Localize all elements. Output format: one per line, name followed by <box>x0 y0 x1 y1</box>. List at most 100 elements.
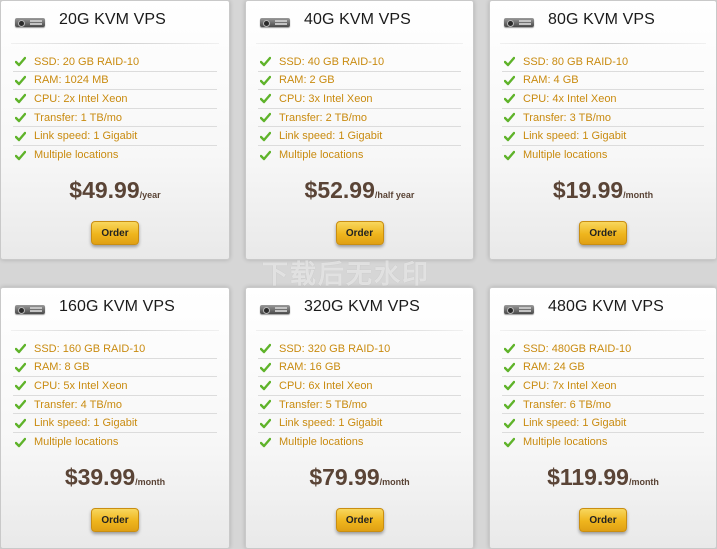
feature-item: SSD: 20 GB RAID-10 <box>13 53 217 72</box>
check-icon <box>15 150 26 161</box>
plan-title: 480G KVM VPS <box>548 298 664 315</box>
feature-text: SSD: 320 GB RAID-10 <box>279 342 391 355</box>
order-button[interactable]: Order <box>91 221 139 245</box>
server-icon <box>260 305 290 314</box>
check-icon <box>504 112 515 123</box>
feature-item: Transfer: 2 TB/mo <box>258 109 461 128</box>
divider <box>11 43 219 44</box>
price-amount: $39.99 <box>64 464 136 490</box>
price: $39.99/month <box>1 464 229 491</box>
feature-text: SSD: 160 GB RAID-10 <box>34 342 146 355</box>
order-button[interactable]: Order <box>579 221 627 245</box>
feature-text: RAM: 16 GB <box>279 361 341 374</box>
check-icon <box>260 399 271 410</box>
check-icon <box>260 112 271 123</box>
check-icon <box>504 399 515 410</box>
feature-item: Multiple locations <box>502 146 704 165</box>
price-amount: $19.99 <box>552 177 624 203</box>
plan-title: 160G KVM VPS <box>59 298 175 315</box>
feature-item: SSD: 480GB RAID-10 <box>502 340 704 359</box>
plan-card-header: 320G KVM VPS <box>246 288 473 332</box>
price-amount: $119.99 <box>547 464 629 490</box>
feature-item: Link speed: 1 Gigabit <box>13 414 217 433</box>
feature-list: SSD: 320 GB RAID-10 RAM: 16 GB CPU: 6x I… <box>258 340 461 452</box>
feature-text: Multiple locations <box>34 149 119 162</box>
check-icon <box>260 380 271 391</box>
price-period: /half year <box>374 190 415 200</box>
price: $19.99/month <box>490 177 716 204</box>
check-icon <box>504 362 515 373</box>
feature-item: RAM: 16 GB <box>258 359 461 378</box>
server-icon <box>504 18 534 27</box>
feature-item: Transfer: 5 TB/mo <box>258 396 461 415</box>
check-icon <box>15 56 26 67</box>
feature-text: Link speed: 1 Gigabit <box>34 130 138 143</box>
feature-text: RAM: 4 GB <box>523 74 579 87</box>
feature-item: SSD: 40 GB RAID-10 <box>258 53 461 72</box>
order-button[interactable]: Order <box>335 221 384 245</box>
server-icon <box>504 305 534 314</box>
feature-item: CPU: 6x Intel Xeon <box>258 377 461 396</box>
feature-text: Link speed: 1 Gigabit <box>523 417 627 430</box>
check-icon <box>504 380 515 391</box>
divider <box>256 43 463 44</box>
feature-text: Transfer: 1 TB/mo <box>34 111 123 124</box>
check-icon <box>260 56 271 67</box>
check-icon <box>260 75 271 86</box>
order-button[interactable]: Order <box>335 508 384 532</box>
feature-item: Multiple locations <box>258 433 461 452</box>
order-button[interactable]: Order <box>579 508 627 532</box>
feature-text: Link speed: 1 Gigabit <box>279 130 383 143</box>
feature-item: CPU: 3x Intel Xeon <box>258 90 461 109</box>
feature-item: CPU: 7x Intel Xeon <box>502 377 704 396</box>
plan-title: 40G KVM VPS <box>304 11 411 28</box>
divider <box>500 330 706 331</box>
price-period: /month <box>623 190 654 200</box>
check-icon <box>15 75 26 86</box>
check-icon <box>504 150 515 161</box>
feature-item: Transfer: 1 TB/mo <box>13 109 217 128</box>
feature-item: CPU: 4x Intel Xeon <box>502 90 704 109</box>
check-icon <box>15 380 26 391</box>
feature-item: CPU: 2x Intel Xeon <box>13 90 217 109</box>
plan-card: 160G KVM VPS SSD: 160 GB RAID-10 RAM: 8 … <box>0 287 230 549</box>
check-icon <box>260 418 271 429</box>
check-icon <box>15 93 26 104</box>
feature-item: Link speed: 1 Gigabit <box>502 127 704 146</box>
feature-item: Transfer: 3 TB/mo <box>502 109 704 128</box>
plan-card: 480G KVM VPS SSD: 480GB RAID-10 RAM: 24 … <box>489 287 717 549</box>
feature-item: RAM: 2 GB <box>258 72 461 91</box>
check-icon <box>15 362 26 373</box>
server-icon <box>15 305 45 314</box>
price: $79.99/month <box>246 464 473 491</box>
feature-text: SSD: 480GB RAID-10 <box>523 342 632 355</box>
price: $119.99/month <box>490 464 716 491</box>
feature-text: CPU: 4x Intel Xeon <box>523 92 617 105</box>
check-icon <box>15 112 26 123</box>
feature-item: Transfer: 4 TB/mo <box>13 396 217 415</box>
feature-list: SSD: 160 GB RAID-10 RAM: 8 GB CPU: 5x In… <box>13 340 217 452</box>
check-icon <box>15 418 26 429</box>
feature-text: SSD: 20 GB RAID-10 <box>34 55 140 68</box>
feature-item: RAM: 1024 MB <box>13 72 217 91</box>
plan-card-header: 40G KVM VPS <box>246 1 473 45</box>
check-icon <box>504 75 515 86</box>
plan-title: 320G KVM VPS <box>304 298 420 315</box>
price-period: /month <box>135 477 166 487</box>
plan-card: 320G KVM VPS SSD: 320 GB RAID-10 RAM: 16… <box>245 287 474 549</box>
price-period: /year <box>139 190 161 200</box>
check-icon <box>15 343 26 354</box>
price-amount: $79.99 <box>309 464 380 490</box>
feature-text: RAM: 1024 MB <box>34 74 109 87</box>
feature-list: SSD: 480GB RAID-10 RAM: 24 GB CPU: 7x In… <box>502 340 704 452</box>
check-icon <box>260 150 271 161</box>
feature-text: Multiple locations <box>279 436 364 449</box>
feature-text: Transfer: 3 TB/mo <box>523 111 612 124</box>
feature-text: Transfer: 5 TB/mo <box>279 398 368 411</box>
plan-card: 40G KVM VPS SSD: 40 GB RAID-10 RAM: 2 GB… <box>245 0 474 260</box>
feature-text: Link speed: 1 Gigabit <box>34 417 138 430</box>
price-period: /month <box>628 477 659 487</box>
feature-item: Link speed: 1 Gigabit <box>258 414 461 433</box>
order-button[interactable]: Order <box>91 508 139 532</box>
feature-text: Link speed: 1 Gigabit <box>523 130 627 143</box>
